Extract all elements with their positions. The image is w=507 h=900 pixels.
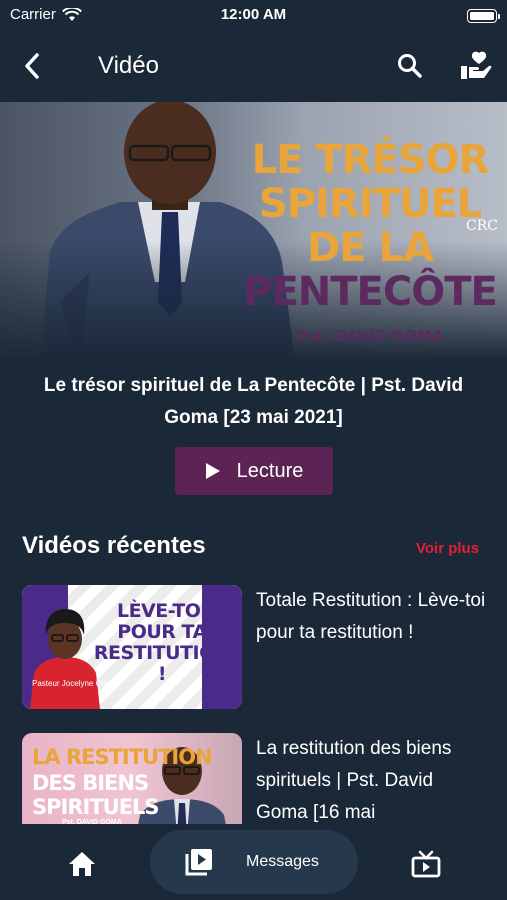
- donate-button[interactable]: [456, 48, 496, 84]
- hand-heart-icon: [461, 51, 492, 79]
- thumbnail-line: DES BIENS: [32, 771, 149, 795]
- clock: 12:00 AM: [220, 6, 287, 23]
- home-icon: [69, 852, 95, 876]
- back-button[interactable]: [14, 48, 50, 84]
- featured-video-thumbnail[interactable]: LE TRÉSOR SPIRITUEL DE LA PENTECÔTE Pst.…: [0, 102, 507, 360]
- video-thumbnail[interactable]: Pasteur Jocelyne Goma LÈVE-TOI POUR TA R…: [22, 585, 242, 709]
- thumbnail-caption: LE TRÉSOR SPIRITUEL DE LA PENTECÔTE Pst.…: [240, 138, 500, 345]
- thumbnail-line: SPIRITUEL DE LA: [258, 181, 482, 271]
- speaker-image: [30, 609, 100, 709]
- nav-home[interactable]: [62, 846, 102, 882]
- see-more-link[interactable]: Voir plus: [416, 540, 479, 557]
- video-title: Totale Restitution : Lève-toi pour ta re…: [256, 590, 486, 643]
- featured-video-title: Le trésor spirituel de La Pentecôte | Ps…: [43, 375, 464, 428]
- nav-live-tv[interactable]: [406, 846, 446, 882]
- search-icon: [398, 54, 422, 78]
- thumbnail-slogan: LÈVE-TOI POUR TA RESTITUTION !: [93, 600, 231, 685]
- thumbnail-line: LE TRÉSOR: [251, 137, 490, 183]
- page-title: Vidéo: [98, 52, 159, 79]
- play-button[interactable]: Lecture: [175, 447, 333, 495]
- thumbnail-line: LA RESTITUTION: [32, 745, 213, 769]
- battery-icon: [467, 9, 500, 23]
- list-item[interactable]: Pasteur Jocelyne Goma LÈVE-TOI POUR TA R…: [22, 585, 487, 709]
- thumbnail-author: Pst. DAVID GOMA: [296, 327, 444, 345]
- thumbnail-line: PENTECÔTE: [243, 269, 498, 315]
- chevron-left-icon: [25, 53, 39, 79]
- thumbnail-line: SPIRITUELS: [32, 795, 160, 819]
- status-bar: Carrier 12:00 AM: [0, 0, 507, 30]
- video-library-icon: [182, 845, 216, 879]
- live-tv-icon: [411, 850, 441, 878]
- search-button[interactable]: [392, 48, 428, 84]
- church-logo: CRC: [466, 218, 498, 234]
- bottom-nav: Messages: [0, 824, 507, 900]
- play-icon: [205, 463, 220, 479]
- nav-messages[interactable]: Messages: [150, 830, 358, 894]
- section-title: Vidéos récentes: [22, 532, 206, 559]
- nav-messages-label: Messages: [246, 853, 319, 870]
- play-button-label: Lecture: [236, 459, 304, 482]
- app-header: Vidéo: [0, 30, 507, 102]
